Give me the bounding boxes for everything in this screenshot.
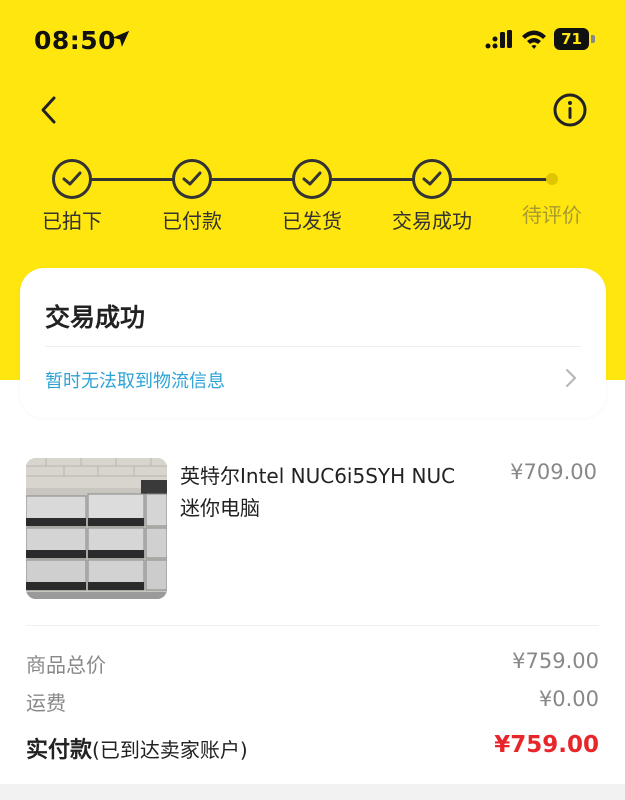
progress-step-paid: 已付款: [132, 155, 252, 234]
order-status-card: 交易成功 暂时无法取到物流信息: [20, 268, 606, 418]
status-time: 08:50: [34, 26, 117, 55]
check-icon: [422, 171, 442, 186]
paid-amount-label: 实付款: [26, 738, 93, 763]
logistics-text: 暂时无法取到物流信息: [45, 371, 225, 392]
paid-amount-value: ¥759.00: [494, 732, 599, 758]
goods-total-label: 商品总价: [26, 653, 106, 677]
step-label: 已付款: [162, 209, 222, 233]
chevron-left-icon: [41, 96, 56, 124]
back-button[interactable]: [30, 90, 70, 130]
product-price: ¥709.00: [510, 460, 597, 484]
status-bar: 08:50 71: [0, 0, 625, 80]
wifi-icon: [522, 30, 546, 49]
step-label: 已发货: [282, 209, 342, 233]
paid-amount-row: 实付款(已到达卖家账户) ¥759.00: [26, 730, 599, 764]
cellular-signal-icon: [485, 30, 512, 49]
step-check: [412, 159, 452, 199]
order-status-title: 交易成功: [45, 303, 146, 332]
nuc-stack-illustration: [26, 458, 167, 599]
battery-icon: 71: [554, 28, 595, 50]
step-label: 交易成功: [392, 209, 472, 233]
goods-total-row: 商品总价 ¥759.00: [26, 645, 599, 677]
chevron-right-icon: [566, 369, 576, 387]
info-button[interactable]: [552, 92, 588, 128]
logistics-info-row[interactable]: 暂时无法取到物流信息: [45, 358, 581, 398]
step-label: 已拍下: [42, 209, 102, 233]
battery-tip: [591, 35, 595, 43]
product-title[interactable]: 英特尔Intel NUC6i5SYH NUC 迷你电脑: [180, 460, 460, 524]
shipping-fee-row: 运费 ¥0.00: [26, 683, 599, 715]
info-circle-icon: [553, 93, 587, 127]
battery-level: 71: [561, 30, 582, 48]
check-icon: [302, 171, 322, 186]
location-arrow-icon: [112, 30, 130, 47]
progress-step-completed: 交易成功: [372, 155, 492, 234]
shipping-fee-value: ¥0.00: [538, 687, 599, 711]
check-icon: [182, 171, 202, 186]
step-check: [172, 159, 212, 199]
paid-amount-label-group: 实付款(已到达卖家账户): [26, 732, 248, 764]
bottom-strip: [0, 784, 625, 800]
divider: [45, 346, 581, 347]
step-check: [52, 159, 92, 199]
divider: [26, 625, 599, 626]
shipping-fee-label: 运费: [26, 691, 66, 715]
goods-total-value: ¥759.00: [512, 649, 599, 673]
check-icon: [62, 171, 82, 186]
product-item[interactable]: 英特尔Intel NUC6i5SYH NUC 迷你电脑 ¥709.00: [0, 440, 625, 620]
product-photo[interactable]: [26, 458, 167, 599]
step-label: 待评价: [522, 203, 582, 227]
progress-step-shipped: 已发货: [252, 155, 372, 234]
order-progress: 已拍下 已付款 已发货 交易成功 待评价: [0, 155, 625, 235]
step-pending-dot: [546, 173, 558, 185]
paid-amount-note: (已到达卖家账户): [92, 738, 248, 762]
progress-step-ordered: 已拍下: [12, 155, 132, 234]
progress-step-review: 待评价: [492, 155, 612, 228]
step-check: [292, 159, 332, 199]
